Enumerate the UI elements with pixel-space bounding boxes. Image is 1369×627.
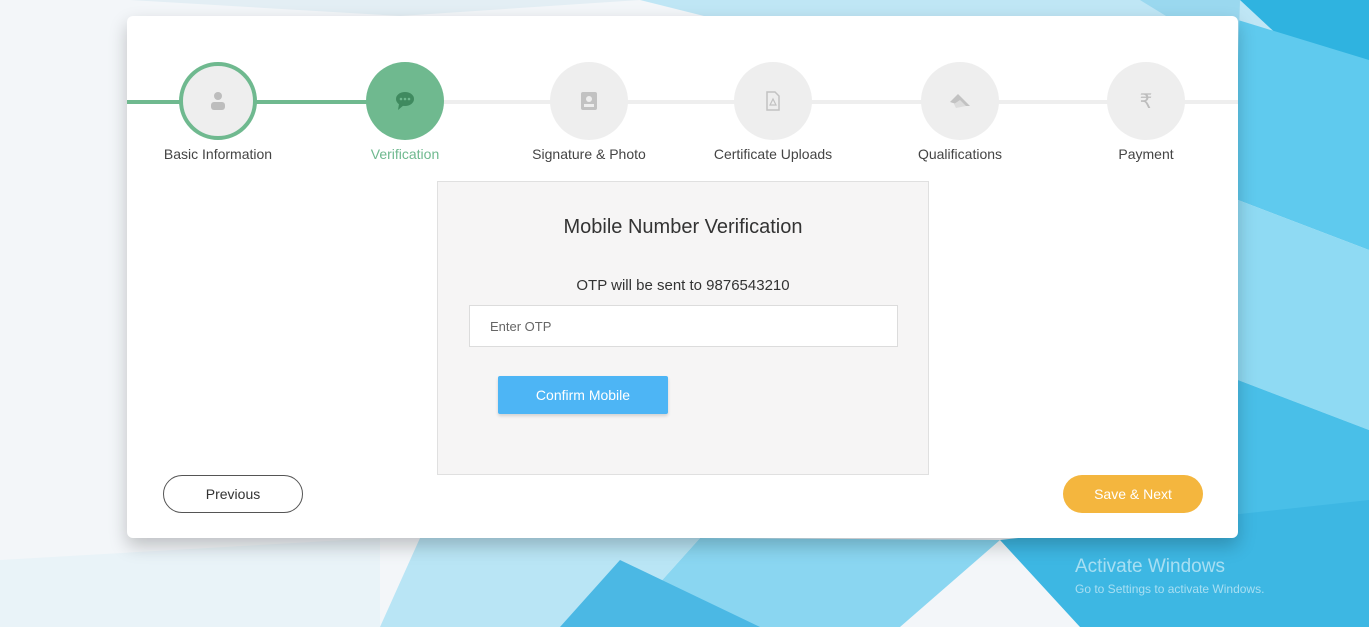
step-circle <box>734 62 812 140</box>
pdf-file-icon <box>765 91 781 111</box>
step-label: Qualifications <box>917 146 1003 162</box>
step-label: Certificate Uploads <box>713 146 833 162</box>
otp-input[interactable] <box>469 305 898 347</box>
step-label: Payment <box>1118 146 1174 162</box>
step-circle <box>550 62 628 140</box>
step-circle: ₹ <box>1107 62 1185 140</box>
step-certificate-uploads[interactable]: Certificate Uploads <box>698 62 848 162</box>
id-card-icon <box>580 91 598 111</box>
step-circle <box>921 62 999 140</box>
sms-icon <box>394 91 416 111</box>
step-basic-information[interactable]: Basic Information <box>143 62 293 162</box>
step-verification[interactable]: Verification <box>330 62 480 162</box>
user-icon <box>207 90 229 112</box>
graduation-cap-icon <box>948 92 972 110</box>
step-label: Basic Information <box>163 146 273 162</box>
rupee-icon: ₹ <box>1139 90 1153 113</box>
mobile-verification-panel: Mobile Number Verification OTP will be s… <box>437 181 929 475</box>
step-qualifications[interactable]: Qualifications <box>885 62 1035 162</box>
watermark-subtitle: Go to Settings to activate Windows. <box>1075 582 1265 596</box>
step-payment[interactable]: ₹ Payment <box>1071 62 1221 162</box>
save-next-button[interactable]: Save & Next <box>1063 475 1203 513</box>
otp-note: OTP will be sent to 9876543210 <box>576 277 790 294</box>
registration-card: Basic Information Verification Signature… <box>127 16 1238 538</box>
windows-activation-watermark: Activate Windows Go to Settings to activ… <box>1075 556 1264 596</box>
step-circle <box>366 62 444 140</box>
step-label: Signature & Photo <box>532 146 646 162</box>
previous-button[interactable]: Previous <box>163 475 303 513</box>
panel-title: Mobile Number Verification <box>563 216 803 238</box>
step-label: Verification <box>370 146 440 162</box>
watermark-title: Activate Windows <box>1075 556 1225 577</box>
step-signature-photo[interactable]: Signature & Photo <box>514 62 664 162</box>
step-circle <box>179 62 257 140</box>
confirm-mobile-button[interactable]: Confirm Mobile <box>498 376 668 414</box>
